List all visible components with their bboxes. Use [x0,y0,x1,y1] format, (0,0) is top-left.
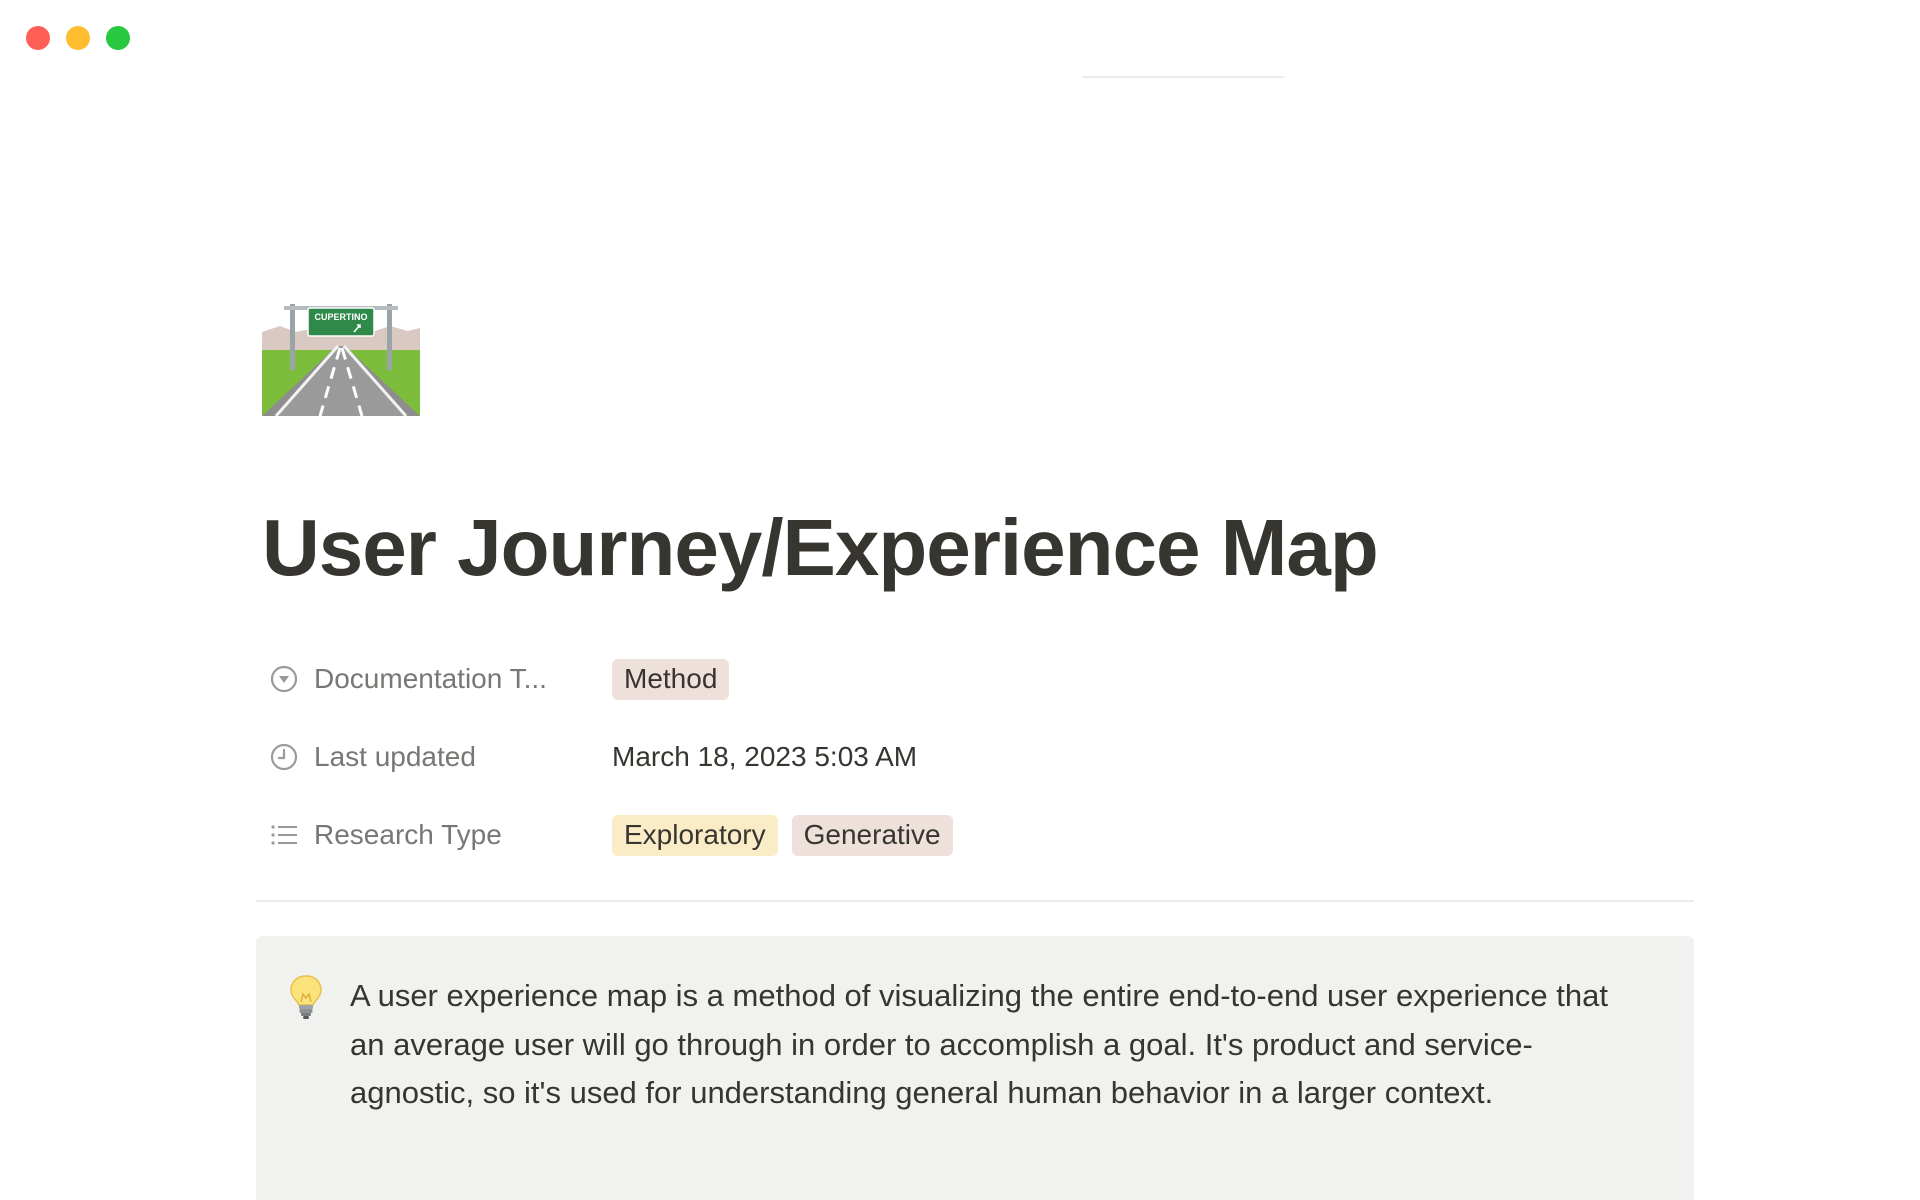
properties-divider [256,900,1694,902]
property-name[interactable]: Documentation T... [268,663,608,695]
property-name[interactable]: Last updated [268,741,608,773]
property-value: March 18, 2023 5:03 AM [612,741,917,773]
property-label: Research Type [314,819,502,850]
property-label: Last updated [314,741,476,772]
window-controls [26,26,130,50]
list-icon [268,819,300,851]
callout-block[interactable]: A user experience map is a method of vis… [256,936,1694,1200]
lightbulb-icon[interactable] [286,972,326,1022]
close-window-button[interactable] [26,26,50,50]
property-row-last-updated[interactable]: Last updated March 18, 2023 5:03 AM [262,718,1694,796]
tag-generative[interactable]: Generative [791,814,953,856]
property-row-documentation-type[interactable]: Documentation T... Method [262,640,1694,718]
app-window: CUPERTINO User Journey/Experience Map Do… [0,0,1920,1200]
page-title[interactable]: User Journey/Experience Map [262,498,1379,598]
last-updated-value: March 18, 2023 5:03 AM [612,741,918,772]
property-value[interactable]: Exploratory Generative [612,814,953,856]
svg-text:CUPERTINO: CUPERTINO [314,312,367,322]
property-label: Documentation T... [314,663,547,694]
topbar-divider [1082,76,1284,78]
maximize-window-button[interactable] [106,26,130,50]
tag-method[interactable]: Method [612,658,730,700]
property-name[interactable]: Research Type [268,819,608,851]
clock-icon [268,741,300,773]
callout-text[interactable]: A user experience map is a method of vis… [350,972,1650,1118]
properties-panel: Documentation T... Method Last updated M… [262,640,1694,874]
select-icon [268,663,300,695]
property-row-research-type[interactable]: Research Type Exploratory Generative [262,796,1694,874]
tag-exploratory[interactable]: Exploratory [612,814,778,856]
property-value[interactable]: Method [612,658,730,700]
minimize-window-button[interactable] [66,26,90,50]
highway-road-sign-icon[interactable]: CUPERTINO [262,304,420,417]
